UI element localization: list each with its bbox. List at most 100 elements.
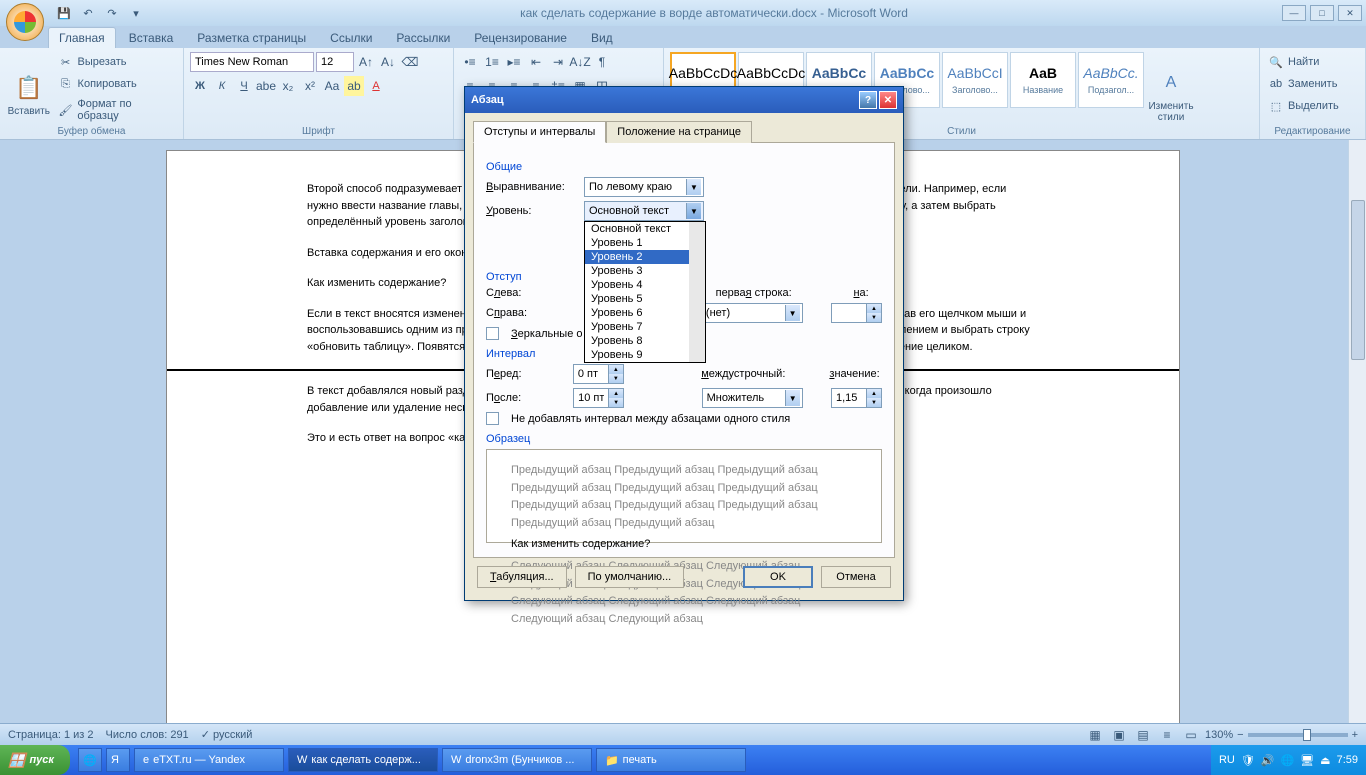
system-tray[interactable]: RU 🛡 🔊 🌐 🖥 ⏏ 7:59 <box>1211 745 1366 775</box>
tab-home[interactable]: Главная <box>48 27 116 48</box>
dialog-tab-indents[interactable]: Отступы и интервалы <box>473 121 606 143</box>
outline-view-icon[interactable]: ≡ <box>1157 725 1177 745</box>
mirror-checkbox[interactable] <box>486 327 499 340</box>
dialog-help-button[interactable]: ? <box>859 91 877 109</box>
taskbar-item[interactable]: Wкак сделать содерж... <box>288 748 438 772</box>
zoom-slider[interactable] <box>1248 733 1348 737</box>
quick-launch[interactable]: Я <box>106 748 130 772</box>
tray-lang[interactable]: RU <box>1219 754 1235 766</box>
bold-button[interactable]: Ж <box>190 76 210 96</box>
dropdown-item[interactable]: Уровень 8 <box>585 334 705 348</box>
dropdown-scrollbar[interactable] <box>689 222 705 362</box>
tab-layout[interactable]: Разметка страницы <box>186 27 317 48</box>
font-color-button[interactable]: A <box>366 76 386 96</box>
dialog-close-button[interactable]: ✕ <box>879 91 897 109</box>
format-painter-button[interactable]: 🖌Формат по образцу <box>56 96 177 124</box>
subscript-button[interactable]: x₂ <box>278 76 298 96</box>
increase-indent-button[interactable]: ⇥ <box>548 52 568 72</box>
shrink-font-icon[interactable]: A↓ <box>378 52 398 72</box>
tab-view[interactable]: Вид <box>580 27 624 48</box>
dropdown-item[interactable]: Уровень 5 <box>585 292 705 306</box>
strike-button[interactable]: abе <box>256 76 276 96</box>
tab-review[interactable]: Рецензирование <box>463 27 578 48</box>
after-spinner[interactable]: ▲▼ <box>573 388 624 408</box>
numbering-button[interactable]: 1≡ <box>482 52 502 72</box>
draft-view-icon[interactable]: ▭ <box>1181 725 1201 745</box>
print-layout-view-icon[interactable]: ▦ <box>1085 725 1105 745</box>
style-item[interactable]: AaBНазвание <box>1010 52 1076 108</box>
taskbar-item[interactable]: eeTXT.ru — Yandex <box>134 748 284 772</box>
undo-icon[interactable]: ↶ <box>78 3 98 23</box>
save-icon[interactable]: 💾 <box>54 3 74 23</box>
multilevel-button[interactable]: ▸≡ <box>504 52 524 72</box>
dropdown-item[interactable]: Уровень 9 <box>585 348 705 362</box>
dropdown-item[interactable]: Уровень 6 <box>585 306 705 320</box>
default-button[interactable]: По умолчанию... <box>575 566 685 588</box>
fullscreen-view-icon[interactable]: ▣ <box>1109 725 1129 745</box>
find-button[interactable]: 🔍Найти <box>1266 52 1341 72</box>
replace-button[interactable]: abЗаменить <box>1266 74 1341 94</box>
tray-icon[interactable]: ⏏ <box>1320 754 1330 767</box>
dropdown-item[interactable]: Уровень 1 <box>585 236 705 250</box>
zoom-thumb[interactable] <box>1303 729 1311 741</box>
highlight-button[interactable]: ab <box>344 76 364 96</box>
sort-button[interactable]: A↓Z <box>570 52 590 72</box>
qat-more-icon[interactable]: ▾ <box>126 3 146 23</box>
word-count[interactable]: Число слов: 291 <box>106 729 189 741</box>
decrease-indent-button[interactable]: ⇤ <box>526 52 546 72</box>
zoom-level[interactable]: 130% <box>1205 729 1233 741</box>
dropdown-item[interactable]: Уровень 3 <box>585 264 705 278</box>
cut-button[interactable]: ✂Вырезать <box>56 52 177 72</box>
web-view-icon[interactable]: ▤ <box>1133 725 1153 745</box>
italic-button[interactable]: К <box>212 76 232 96</box>
redo-icon[interactable]: ↷ <box>102 3 122 23</box>
select-button[interactable]: ⬚Выделить <box>1266 96 1341 116</box>
tab-references[interactable]: Ссылки <box>319 27 383 48</box>
at-spinner[interactable]: ▲▼ <box>831 388 882 408</box>
maximize-button[interactable]: □ <box>1310 5 1334 21</box>
linespacing-combo[interactable]: Множитель▼ <box>702 388 803 408</box>
paste-button[interactable]: 📋 Вставить <box>6 52 52 137</box>
zoom-in-button[interactable]: + <box>1352 729 1358 741</box>
dropdown-item[interactable]: Уровень 7 <box>585 320 705 334</box>
tray-icon[interactable]: 🖥 <box>1300 754 1314 767</box>
dropdown-item[interactable]: Уровень 2 <box>585 250 705 264</box>
dialog-tab-position[interactable]: Положение на странице <box>606 121 752 143</box>
underline-button[interactable]: Ч <box>234 76 254 96</box>
change-styles-button[interactable]: A Изменить стили <box>1148 52 1194 137</box>
minimize-button[interactable]: — <box>1282 5 1306 21</box>
dropdown-item[interactable]: Основной текст <box>585 222 705 236</box>
taskbar-item[interactable]: Wdronx3m (Бунчиков ... <box>442 748 592 772</box>
vertical-scrollbar[interactable] <box>1348 140 1366 723</box>
font-size-combo[interactable] <box>316 52 354 72</box>
tray-icon[interactable]: 🛡 <box>1241 754 1255 767</box>
show-marks-button[interactable]: ¶ <box>592 52 612 72</box>
page-status[interactable]: Страница: 1 из 2 <box>8 729 94 741</box>
superscript-button[interactable]: x² <box>300 76 320 96</box>
quick-launch[interactable]: 🌐 <box>78 748 102 772</box>
font-name-combo[interactable] <box>190 52 314 72</box>
office-button[interactable] <box>6 3 44 41</box>
taskbar-item[interactable]: 📁печать <box>596 748 746 772</box>
zoom-out-button[interactable]: − <box>1237 729 1243 741</box>
dialog-titlebar[interactable]: Абзац ? ✕ <box>465 87 903 113</box>
firstline-combo[interactable]: (нет)▼ <box>701 303 803 323</box>
scrollbar-thumb[interactable] <box>1351 200 1365 360</box>
close-button[interactable]: ✕ <box>1338 5 1362 21</box>
bullets-button[interactable]: •≡ <box>460 52 480 72</box>
style-item[interactable]: AaBbCc.Подзагол... <box>1078 52 1144 108</box>
tab-mailings[interactable]: Рассылки <box>385 27 461 48</box>
tabs-button[interactable]: Табуляция... <box>477 566 567 588</box>
tab-insert[interactable]: Вставка <box>118 27 185 48</box>
tray-icon[interactable]: 🔊 <box>1261 754 1275 767</box>
start-button[interactable]: 🪟 пуск <box>0 745 70 775</box>
tray-clock[interactable]: 7:59 <box>1337 754 1358 766</box>
language-status[interactable]: ✓ русский <box>201 728 253 741</box>
copy-button[interactable]: ⎘Копировать <box>56 74 177 94</box>
dropdown-item[interactable]: Уровень 4 <box>585 278 705 292</box>
cancel-button[interactable]: Отмена <box>821 566 891 588</box>
alignment-combo[interactable]: По левому краю▼ <box>584 177 704 197</box>
grow-font-icon[interactable]: A↑ <box>356 52 376 72</box>
level-dropdown[interactable]: Основной текстУровень 1Уровень 2Уровень … <box>584 221 706 363</box>
change-case-button[interactable]: Aa <box>322 76 342 96</box>
